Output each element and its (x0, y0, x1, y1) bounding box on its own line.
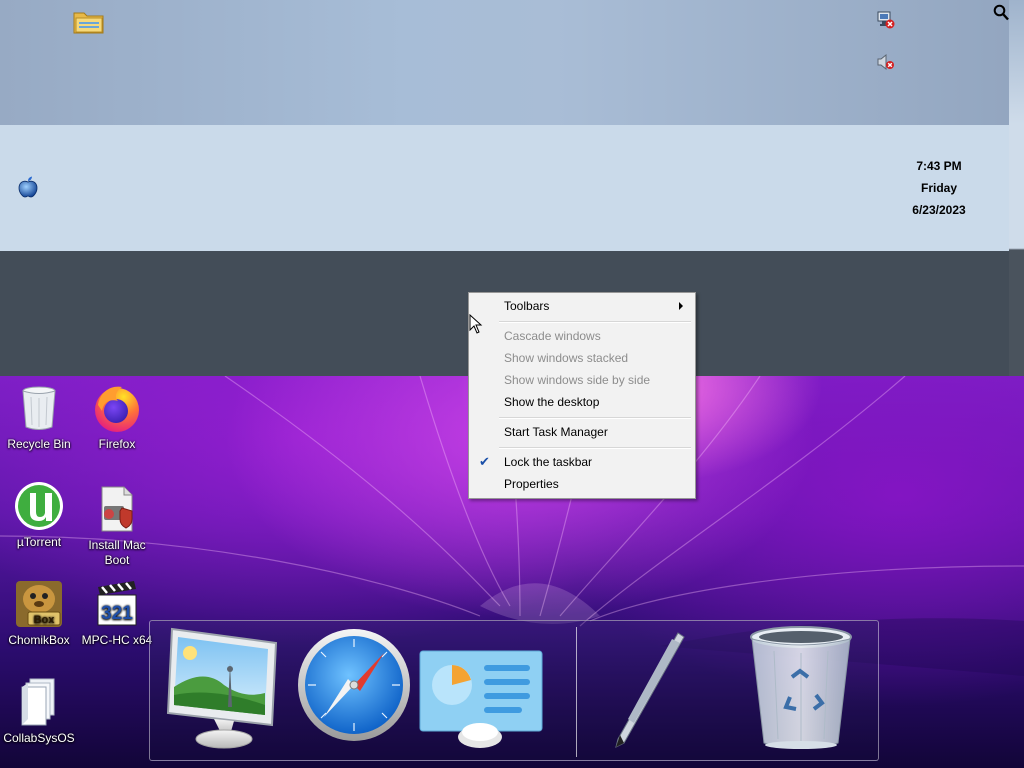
taskbar-middle-band (0, 125, 1009, 251)
desktop-icon-mpc-hc[interactable]: 321 MPC-HC x64 (78, 579, 156, 648)
submenu-arrow-icon (679, 302, 683, 310)
network-error-icon[interactable] (877, 11, 895, 32)
desktop-icon-label: MPC-HC x64 (81, 633, 153, 647)
collabsysos-icon (14, 677, 64, 727)
desktop-icon-install-mac-boot[interactable]: Install Mac Boot (78, 484, 156, 568)
desktop-icon-firefox[interactable]: Firefox (78, 383, 156, 452)
svg-text:321: 321 (101, 603, 133, 624)
dock-separator (576, 627, 577, 757)
desktop-icon-label: µTorrent (16, 535, 62, 549)
menu-item-label: Show windows stacked (504, 351, 629, 365)
menu-item-toolbars[interactable]: Toolbars (471, 295, 693, 317)
volume-muted-icon[interactable] (877, 53, 895, 74)
utorrent-icon (14, 481, 64, 531)
clock-date: 6/23/2023 (912, 203, 966, 217)
clock-time: 7:43 PM (916, 159, 962, 173)
chomikbox-icon: Box (14, 579, 64, 629)
menu-item-show-windows-stacked[interactable]: Show windows stacked (471, 347, 693, 369)
taskbar-edge (1009, 0, 1024, 376)
mpc-hc-icon: 321 (92, 579, 142, 629)
clock-day: Friday (920, 181, 957, 195)
menu-separator (499, 417, 691, 419)
menu-item-label: Toolbars (504, 299, 550, 313)
menu-separator (499, 447, 691, 449)
desktop-icon-collabsysos[interactable]: CollabSysOS (0, 677, 78, 746)
checkmark-icon: ✔ (479, 454, 490, 469)
desktop-icon-label: ChomikBox (8, 633, 70, 647)
desktop-icon-label: CollabSysOS (3, 731, 75, 745)
menu-item-label: Properties (504, 477, 559, 491)
mouse-pointer-icon (469, 313, 483, 337)
install-mac-boot-icon (92, 484, 142, 534)
desktop-icon-label: Firefox (98, 437, 136, 451)
menu-item-label: Lock the taskbar (504, 455, 593, 469)
taskbar-clock[interactable]: 7:43 PM Friday 6/23/2023 (894, 155, 984, 221)
dock (149, 620, 879, 761)
desktop-icon-chomikbox[interactable]: Box ChomikBox (0, 579, 78, 648)
menu-item-show-the-desktop[interactable]: Show the desktop (471, 391, 693, 413)
menu-item-label: Show windows side by side (504, 373, 651, 387)
menu-item-label: Show the desktop (504, 395, 600, 409)
apple-start-icon[interactable] (18, 176, 38, 201)
file-explorer-icon[interactable] (73, 7, 105, 38)
menu-item-label: Start Task Manager (504, 425, 608, 439)
menu-item-show-windows-side-by-side[interactable]: Show windows side by side (471, 369, 693, 391)
recycle-bin-icon (14, 383, 64, 433)
taskbar-top-band (0, 0, 1009, 125)
desktop-icon-label: Recycle Bin (7, 437, 71, 451)
menu-separator (499, 321, 691, 323)
menu-item-start-task-manager[interactable]: Start Task Manager (471, 421, 693, 443)
desktop-icon-label: Install Mac Boot (88, 538, 146, 567)
svg-text:Box: Box (34, 614, 56, 626)
taskbar-context-menu: Toolbars Cascade windows Show windows st… (468, 292, 696, 499)
menu-item-label: Cascade windows (504, 329, 601, 343)
pen-icon[interactable] (602, 627, 692, 754)
menu-item-cascade-windows[interactable]: Cascade windows (471, 325, 693, 347)
firefox-icon (92, 383, 142, 433)
desktop-icon-utorrent[interactable]: µTorrent (0, 481, 78, 550)
control-panel-icon[interactable] (418, 649, 544, 752)
safari-compass-icon[interactable] (296, 627, 412, 746)
trash-bin-icon[interactable] (746, 625, 856, 756)
search-icon[interactable] (993, 4, 1009, 24)
menu-item-lock-the-taskbar[interactable]: ✔ Lock the taskbar (471, 451, 693, 473)
menu-item-properties[interactable]: Properties (471, 473, 693, 495)
desktop-icon-recycle-bin[interactable]: Recycle Bin (0, 383, 78, 452)
desktop-photo-icon[interactable] (164, 627, 280, 754)
